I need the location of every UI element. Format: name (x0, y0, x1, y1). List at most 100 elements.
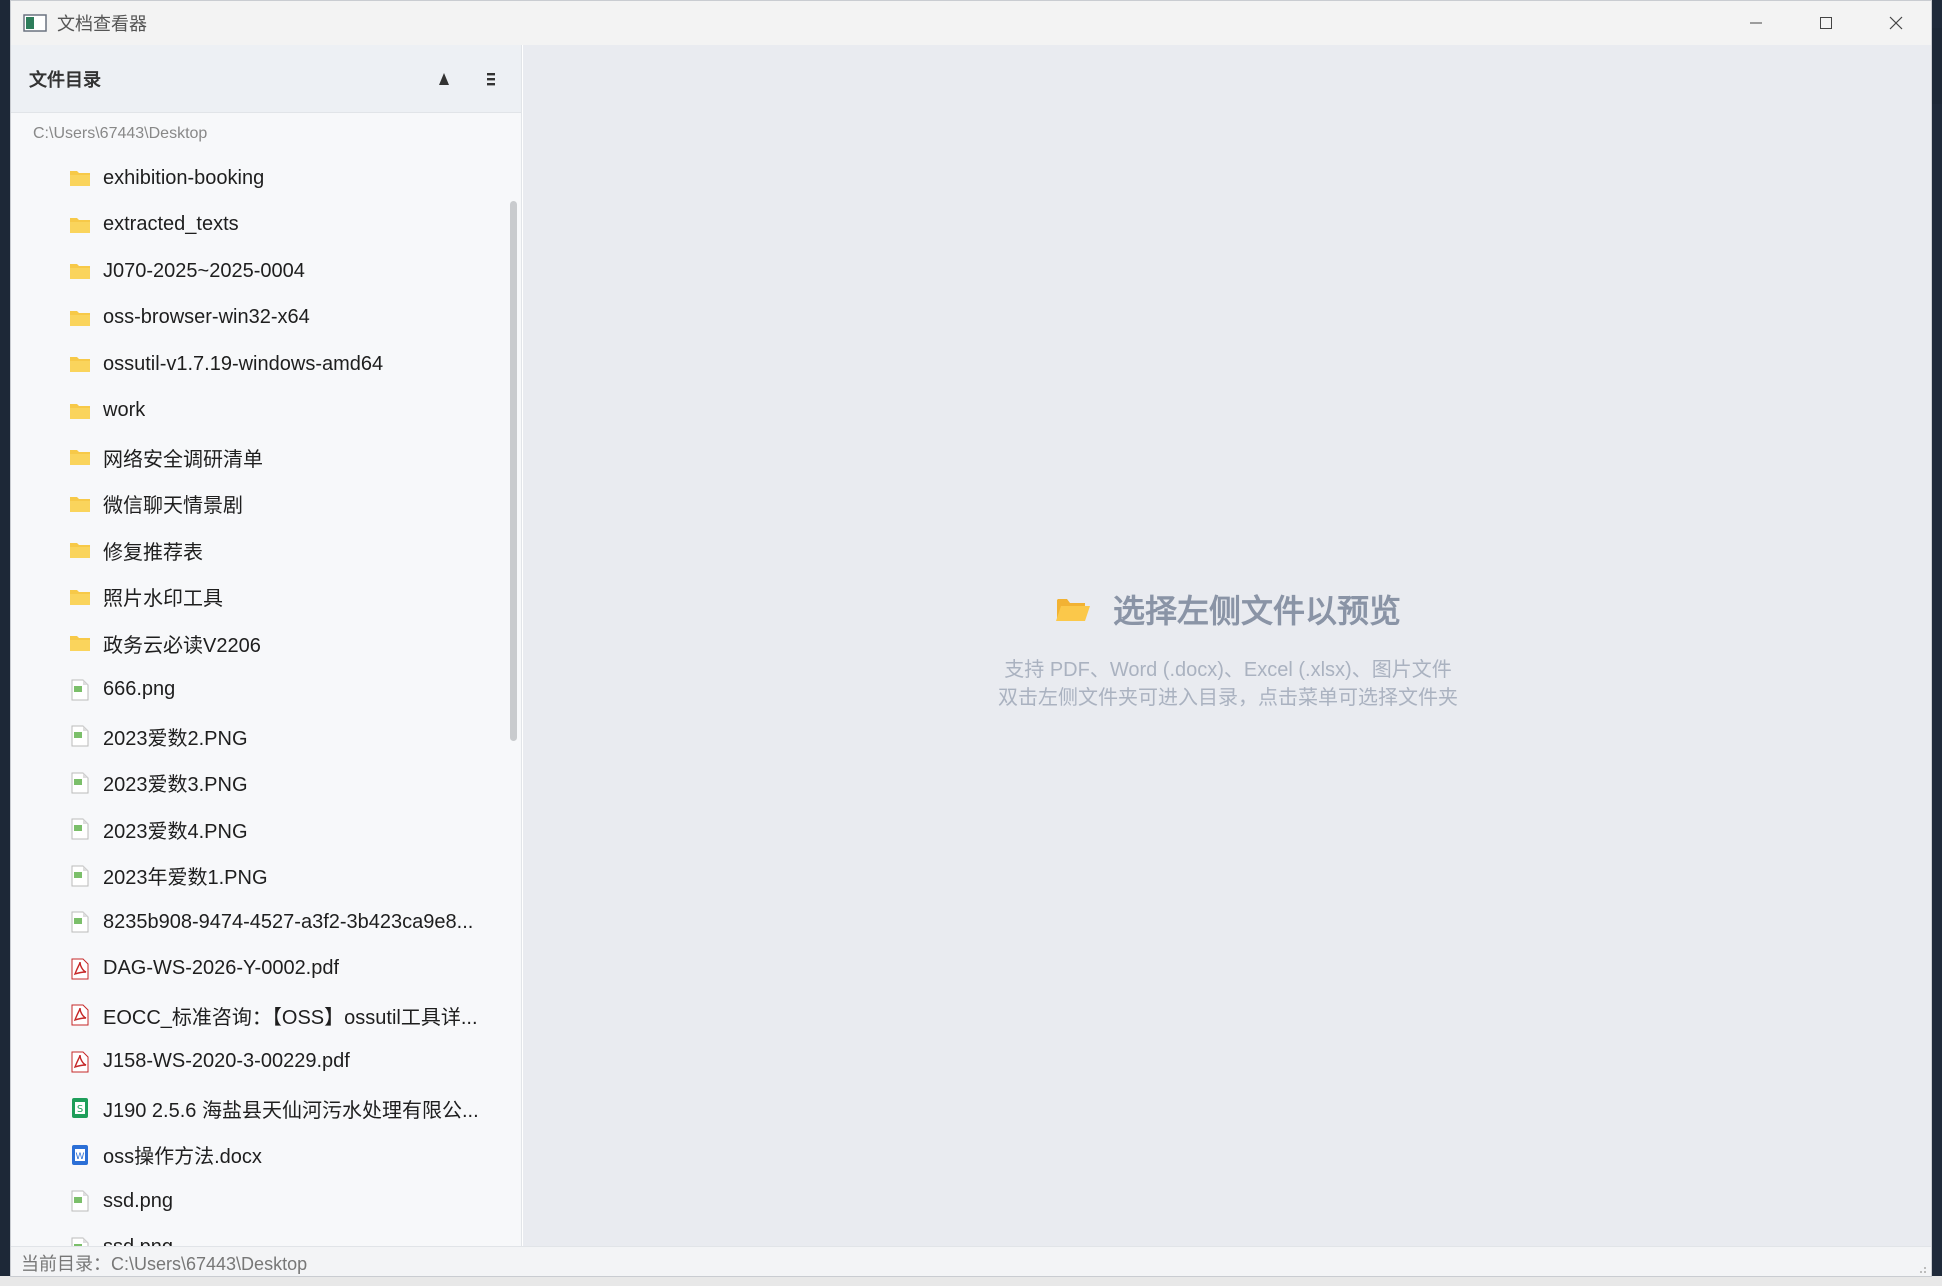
file-item[interactable]: Woss操作方法.docx (11, 1132, 509, 1179)
file-name: 2023爱数4.PNG (103, 820, 248, 843)
title-bar[interactable]: 文档查看器 (11, 1, 1931, 45)
file-name: J158-WS-2020-3-00229.pdf (103, 1050, 350, 1073)
svg-text:S: S (77, 1104, 83, 1115)
excel-file-icon: S (69, 1097, 91, 1119)
file-list-scrollbar[interactable] (506, 155, 520, 1246)
window-title: 文档查看器 (57, 14, 147, 34)
file-name: DAG-WS-2026-Y-0002.pdf (103, 957, 340, 980)
close-button[interactable] (1861, 1, 1931, 45)
file-name: 2023爱数2.PNG (103, 727, 248, 750)
preview-pane: 选择左侧文件以预览 支持 PDF、Word (.docx)、Excel (.xl… (523, 45, 1931, 1246)
preview-hint-usage: 双击左侧文件夹可进入目录，点击菜单可选择文件夹 (998, 687, 1458, 709)
svg-text:W: W (76, 1152, 85, 1162)
file-name: J070-2025~2025-0004 (103, 259, 305, 282)
status-bar: 当前目录：C:\Users\67443\Desktop (11, 1246, 1931, 1276)
desktop-taskbar-edge (0, 1276, 1942, 1286)
sidebar-title: 文件目录 (29, 69, 101, 90)
maximize-button[interactable] (1791, 1, 1861, 45)
folder-item[interactable]: oss-browser-win32-x64 (11, 295, 509, 342)
folder-icon (69, 260, 91, 282)
close-icon (1889, 16, 1903, 30)
folder-icon (69, 539, 91, 561)
file-name: oss-browser-win32-x64 (103, 306, 310, 329)
folder-item[interactable]: exhibition-booking (11, 155, 509, 202)
pdf-file-icon (69, 1004, 91, 1026)
image-file-icon (69, 818, 91, 840)
open-folder-icon (1055, 599, 1090, 621)
folder-item[interactable]: 微信聊天情景剧 (11, 481, 509, 528)
minimize-button[interactable] (1721, 1, 1791, 45)
scrollbar-thumb[interactable] (510, 201, 517, 741)
file-item[interactable]: 666.png (11, 667, 509, 714)
current-path-label: C:\Users\67443\Desktop (33, 125, 208, 142)
file-name: oss操作方法.docx (103, 1146, 262, 1169)
file-name: 政务云必读V2206 (103, 634, 261, 657)
file-name: 2023年爱数1.PNG (103, 867, 268, 890)
file-name: exhibition-booking (103, 166, 265, 189)
file-item[interactable]: J158-WS-2020-3-00229.pdf (11, 1039, 509, 1086)
file-name: ossutil-v1.7.19-windows-amd64 (103, 352, 384, 375)
window-controls (1721, 1, 1931, 45)
resize-grip-icon[interactable] (1915, 1262, 1927, 1274)
file-name: 网络安全调研清单 (103, 448, 263, 471)
pdf-file-icon (69, 958, 91, 980)
file-item[interactable]: S J190 2.5.6 海盐县天仙河污水处理有限公... (11, 1085, 509, 1132)
folder-icon (69, 586, 91, 608)
file-sidebar: 文件目录 C:\Users\67443\Desktop exhibition-b… (11, 45, 522, 1246)
folder-icon (69, 353, 91, 375)
folder-item[interactable]: 照片水印工具 (11, 574, 509, 621)
file-item[interactable]: ssd.png (11, 1178, 509, 1225)
folder-item[interactable]: 网络安全调研清单 (11, 434, 509, 481)
word-file-icon: W (69, 1144, 91, 1166)
file-name: 修复推荐表 (103, 541, 203, 564)
folder-icon (69, 307, 91, 329)
minimize-icon (1750, 22, 1762, 24)
file-name: 666.png (103, 678, 176, 701)
file-name: work (103, 399, 146, 422)
folder-item[interactable]: 修复推荐表 (11, 527, 509, 574)
preview-placeholder-title: 选择左侧文件以预览 (523, 587, 1931, 631)
folder-icon (69, 214, 91, 236)
pdf-file-icon (69, 1051, 91, 1073)
file-item[interactable]: 2023年爱数1.PNG (11, 853, 509, 900)
image-file-icon (69, 911, 91, 933)
menu-icon (487, 73, 495, 86)
folder-item[interactable]: work (11, 388, 509, 435)
up-directory-button[interactable] (432, 67, 456, 91)
image-file-icon (69, 865, 91, 887)
folder-item[interactable]: J070-2025~2025-0004 (11, 248, 509, 295)
folder-icon (69, 400, 91, 422)
folder-icon (69, 493, 91, 515)
file-item[interactable]: 2023爱数2.PNG (11, 713, 509, 760)
triangle-up-icon (439, 73, 449, 85)
file-item[interactable]: EOCC_标准咨询：【OSS】ossutil工具详... (11, 992, 509, 1039)
image-file-icon (69, 1190, 91, 1212)
file-item[interactable]: DAG-WS-2026-Y-0002.pdf (11, 946, 509, 993)
file-name: 8235b908-9474-4527-a3f2-3b423ca9e8... (103, 910, 474, 933)
folder-icon (69, 632, 91, 654)
file-item[interactable]: 2023爱数3.PNG (11, 760, 509, 807)
folder-icon (69, 446, 91, 468)
preview-hint-formats: 支持 PDF、Word (.docx)、Excel (.xlsx)、图片文件 (1004, 659, 1452, 681)
folder-item[interactable]: 政务云必读V2206 (11, 620, 509, 667)
file-name: 微信聊天情景剧 (103, 495, 243, 518)
status-text: 当前目录：C:\Users\67443\Desktop (21, 1253, 308, 1274)
folder-item[interactable]: extracted_texts (11, 202, 509, 249)
menu-button[interactable] (479, 67, 503, 91)
file-name: J190 2.5.6 海盐县天仙河污水处理有限公... (103, 1099, 479, 1122)
sidebar-header: 文件目录 (11, 45, 521, 113)
file-list[interactable]: exhibition-booking extracted_texts J070-20… (11, 155, 509, 1246)
file-item[interactable]: ssd.png (11, 1225, 509, 1246)
file-name: 照片水印工具 (103, 588, 223, 611)
file-item[interactable]: 8235b908-9474-4527-a3f2-3b423ca9e8... (11, 899, 509, 946)
folder-icon (69, 167, 91, 189)
image-file-icon (69, 1237, 91, 1246)
file-name: 2023爱数3.PNG (103, 774, 248, 797)
file-item[interactable]: 2023爱数4.PNG (11, 806, 509, 853)
file-name: EOCC_标准咨询：【OSS】ossutil工具详... (103, 1006, 478, 1029)
file-name: extracted_texts (103, 213, 239, 236)
preview-title-text: 选择左侧文件以预览 (1112, 593, 1401, 629)
folder-item[interactable]: ossutil-v1.7.19-windows-amd64 (11, 341, 509, 388)
file-name: ssd.png (103, 1236, 173, 1246)
image-file-icon (69, 679, 91, 701)
